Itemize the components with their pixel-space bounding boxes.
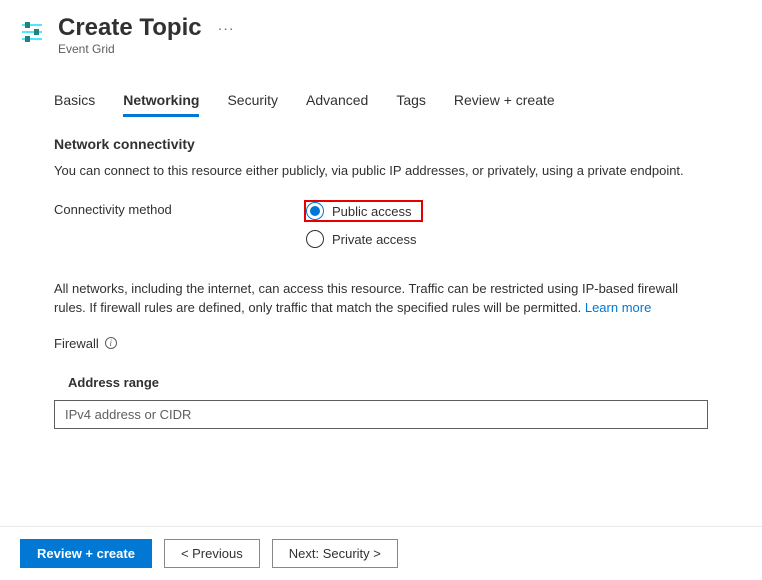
review-create-button[interactable]: Review + create [20, 539, 152, 568]
connectivity-method-radio-group: Public access Private access [304, 200, 423, 256]
more-actions-button[interactable]: ··· [218, 20, 235, 36]
address-range-label: Address range [68, 375, 708, 390]
tab-advanced[interactable]: Advanced [306, 86, 368, 117]
network-connectivity-title: Network connectivity [54, 136, 708, 152]
tab-review-create[interactable]: Review + create [454, 86, 555, 117]
tab-security[interactable]: Security [227, 86, 278, 117]
page-header: Create Topic ··· Event Grid [0, 0, 762, 66]
firewall-title: Firewall [54, 336, 99, 351]
address-range-input[interactable] [54, 400, 708, 429]
page-subtitle: Event Grid [58, 42, 235, 56]
tab-tags[interactable]: Tags [396, 86, 426, 117]
radio-private-access[interactable]: Private access [304, 228, 423, 250]
previous-button[interactable]: < Previous [164, 539, 260, 568]
radio-circle-icon [306, 230, 324, 248]
learn-more-link[interactable]: Learn more [585, 300, 651, 315]
page-title: Create Topic [58, 14, 202, 42]
radio-public-access-label: Public access [332, 204, 411, 219]
network-connectivity-desc: You can connect to this resource either … [54, 162, 708, 180]
tab-networking[interactable]: Networking [123, 86, 199, 117]
radio-public-access[interactable]: Public access [304, 200, 423, 222]
tab-bar: Basics Networking Security Advanced Tags… [54, 86, 708, 118]
footer-actions: Review + create < Previous Next: Securit… [0, 526, 762, 580]
info-icon[interactable]: i [105, 337, 117, 349]
access-description: All networks, including the internet, ca… [54, 280, 708, 318]
tab-basics[interactable]: Basics [54, 86, 95, 117]
next-button[interactable]: Next: Security > [272, 539, 398, 568]
radio-private-access-label: Private access [332, 232, 417, 247]
event-grid-icon [20, 20, 44, 44]
connectivity-method-label: Connectivity method [54, 200, 304, 217]
radio-circle-icon [306, 202, 324, 220]
firewall-section: Firewall i [54, 336, 708, 351]
